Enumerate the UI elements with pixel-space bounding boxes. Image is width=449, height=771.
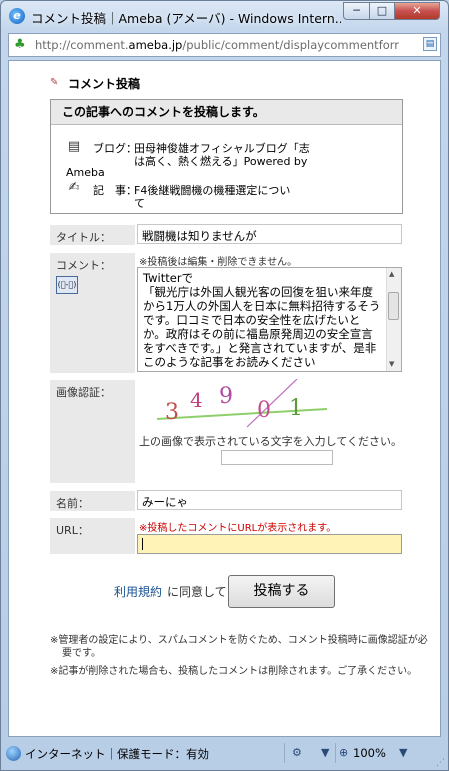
blog-value-3[interactable]: Ameba — [66, 166, 105, 179]
name-label: 名前： — [50, 491, 135, 511]
resize-grip-icon[interactable]: ⋰ — [436, 758, 445, 768]
article-icon: ✍ — [68, 180, 80, 195]
captcha-image: 3 4 9 0 1 — [157, 379, 327, 428]
article-label: 記 事： — [93, 184, 137, 197]
url-label: URL： — [50, 518, 135, 554]
name-input[interactable]: みーにゃ — [137, 490, 402, 510]
browser-window: e コメント投稿｜Ameba (アメーバ) - Windows Intern..… — [0, 0, 449, 771]
captcha-digit: 0 — [257, 398, 271, 423]
blog-label: ブログ： — [93, 142, 137, 155]
captcha-label: 画像認証： — [50, 380, 135, 483]
submit-button[interactable]: 投稿する — [228, 575, 335, 608]
status-bar: インターネット｜保護モード：有効 ⚙ ▼ ⊕ 100% ▼ ⋰ — [1, 737, 448, 771]
address-domain: ameba.jp — [128, 38, 183, 52]
comment-text: Twitterで 「観光庁は外国人観光客の回復を狙い来年度から1万人の外国人を日… — [143, 271, 381, 369]
comment-post-icon: ✎ — [50, 77, 59, 88]
url-note: ※投稿したコメントにURLが表示されます。 — [139, 523, 337, 534]
zoom-icon[interactable]: ⊕ — [339, 746, 348, 759]
box-heading: この記事へのコメントを投稿します。 — [51, 100, 402, 125]
article-info-box: この記事へのコメントを投稿します。 ▤ ブログ： 田母神俊雄オフィシャルブログ「… — [50, 99, 403, 214]
address-bar[interactable]: ♣ http://comment.ameba.jp/public/comment… — [8, 33, 441, 57]
address-prefix: http://comment. — [35, 38, 129, 52]
footnote-1a: ※管理者の設定により、スパムコメントを防ぐため、コメント投稿時に画像認証が必 — [50, 635, 428, 646]
captcha-input[interactable] — [221, 450, 333, 465]
window-title: コメント投稿｜Ameba (アメーバ) - Windows Intern... — [31, 11, 341, 26]
comment-label: コメント： — [56, 259, 111, 272]
article-value-2[interactable]: て — [134, 195, 145, 211]
close-button[interactable]: ✕ — [394, 2, 440, 20]
emoticon-button[interactable]: (ﾟ-ﾟ) — [56, 276, 78, 294]
footnote-2: ※記事が削除された場合も、投稿したコメントは削除されます。ご了承ください。 — [50, 666, 418, 677]
captcha-digit: 1 — [289, 396, 303, 421]
title-input[interactable]: 戦闘機は知りませんが — [137, 224, 402, 244]
ie-logo-icon: e — [9, 8, 25, 24]
zoom-chevron-icon[interactable]: ▼ — [399, 746, 407, 759]
ameba-site-icon: ♣ — [14, 37, 26, 52]
status-divider — [284, 743, 285, 763]
comment-note: ※投稿後は編集・削除できません。 — [139, 257, 298, 268]
blog-value-2[interactable]: は高く、熱く燃える」Powered by — [134, 153, 307, 169]
agree-text: に同意して — [167, 585, 227, 599]
scroll-thumb[interactable] — [388, 292, 399, 320]
title-label: タイトル： — [50, 225, 135, 245]
section-title: コメント投稿 — [68, 77, 141, 91]
zoom-level[interactable]: 100% — [353, 746, 386, 760]
comment-label-cell: コメント： (ﾟ-ﾟ) — [50, 253, 135, 373]
captcha-instruction: 上の画像で表示されている文字を入力してください。 — [139, 435, 403, 448]
scroll-up-icon[interactable]: ▲ — [389, 270, 394, 278]
terms-link[interactable]: 利用規約 — [114, 583, 162, 600]
minimize-button[interactable]: ─ — [343, 2, 370, 20]
blog-icon: ▤ — [67, 139, 81, 154]
captcha-digit: 4 — [190, 388, 203, 412]
title-bar[interactable]: e コメント投稿｜Ameba (アメーバ) - Windows Intern..… — [1, 1, 448, 31]
url-input[interactable] — [137, 534, 402, 554]
article-value-1[interactable]: F4後継戦闘機の機種選定につい — [134, 182, 290, 198]
address-path: /public/comment/displaycommentforr — [182, 38, 400, 52]
status-divider — [335, 743, 336, 763]
page-content: ✎ コメント投稿 この記事へのコメントを投稿します。 ▤ ブログ： 田母神俊雄オ… — [8, 60, 441, 737]
scroll-down-icon[interactable]: ▼ — [389, 360, 394, 368]
captcha-digit: 9 — [219, 384, 233, 409]
security-zone[interactable]: インターネット｜保護モード：有効 — [25, 746, 209, 762]
comment-scrollbar[interactable]: ▲ ▼ — [386, 268, 401, 371]
chevron-down-icon[interactable]: ▼ — [321, 746, 329, 759]
text-cursor — [142, 538, 143, 550]
maximize-button[interactable]: □ — [369, 2, 395, 20]
comment-textarea[interactable]: Twitterで 「観光庁は外国人観光客の回復を狙い来年度から1万人の外国人を日… — [137, 267, 402, 372]
footnote-1b: 要です。 — [62, 648, 101, 659]
tools-icon[interactable]: ⚙ — [292, 746, 302, 759]
captcha-digit: 3 — [165, 400, 179, 425]
page-icon[interactable]: ▤ — [423, 37, 437, 51]
globe-icon — [6, 746, 21, 761]
address-url[interactable]: http://comment.ameba.jp/public/comment/d… — [35, 38, 420, 52]
